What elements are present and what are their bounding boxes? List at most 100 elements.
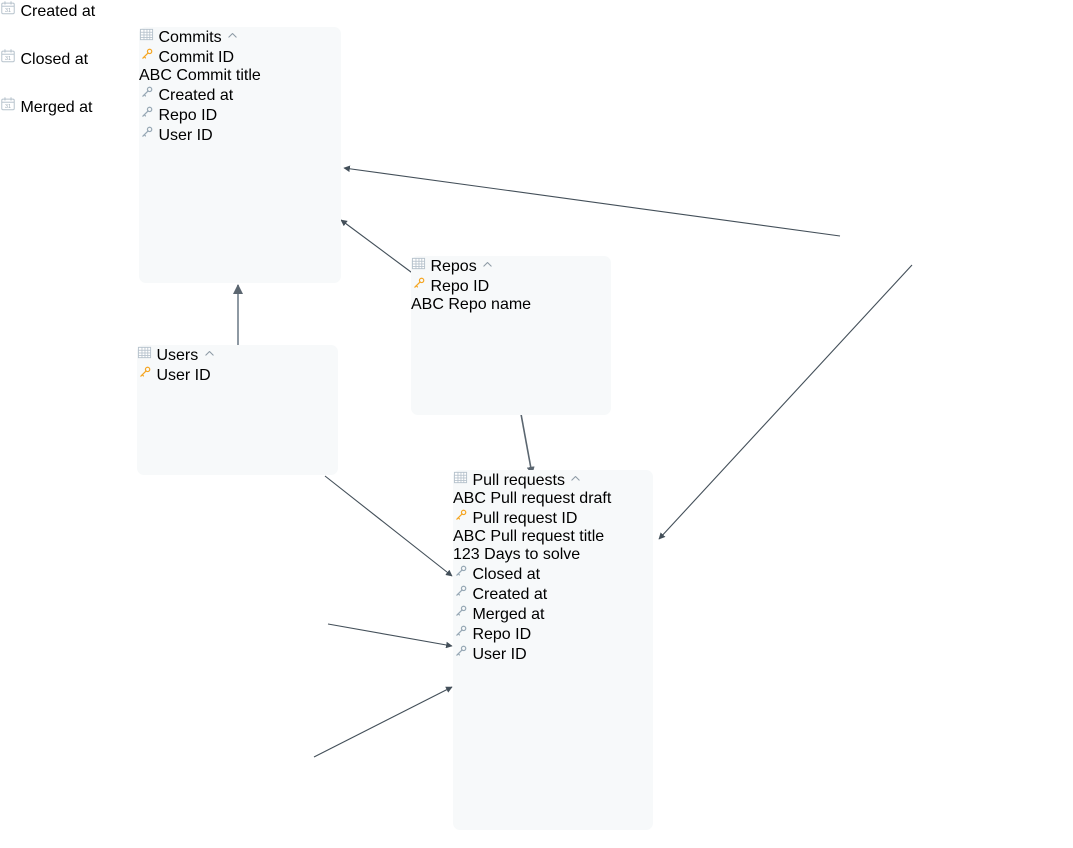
table-card-repos[interactable]: Repos Repo ID ABC Repo name xyxy=(411,256,611,415)
key-primary-icon xyxy=(453,509,472,527)
edge-closed-at-to-pull-requests xyxy=(327,623,453,649)
abc-text-icon: ABC xyxy=(411,296,448,313)
field-label: Days to solve xyxy=(484,546,581,563)
field-row[interactable]: ABC Commit title xyxy=(139,67,341,85)
key-foreign-icon xyxy=(139,126,158,144)
field-row[interactable]: Repo ID xyxy=(453,624,653,644)
field-row[interactable]: ABC Pull request draft xyxy=(453,490,653,508)
card-body-users: User ID xyxy=(137,365,338,385)
svg-text:31: 31 xyxy=(5,56,11,62)
card-body-repos: Repo ID ABC Repo name xyxy=(411,276,611,314)
date-card-created-at[interactable]: 31 Created at xyxy=(0,0,156,48)
field-label: Repo ID xyxy=(472,626,532,643)
field-label: User ID xyxy=(156,367,211,384)
abc-badge: ABC xyxy=(453,490,486,507)
date-card-label: Merged at xyxy=(20,99,93,116)
field-label: Pull request draft xyxy=(490,490,612,507)
field-row[interactable]: Closed at xyxy=(453,564,653,584)
field-label: Repo name xyxy=(448,296,532,313)
abc-text-icon: ABC xyxy=(453,528,490,545)
card-title-repos: Repos xyxy=(430,258,477,275)
chevron-up-icon[interactable] xyxy=(203,347,216,364)
field-label: User ID xyxy=(158,127,213,144)
edge-repos-to-commits xyxy=(340,219,416,276)
field-row[interactable]: Merged at xyxy=(453,604,653,624)
date-card-merged-at[interactable]: 31 Merged at xyxy=(0,96,155,144)
card-title-users: Users xyxy=(156,347,199,364)
card-header-commits[interactable]: Commits xyxy=(139,27,341,47)
key-foreign-icon xyxy=(453,625,472,643)
edge-created-at-to-commits xyxy=(343,165,841,237)
card-body-commits: Commit ID ABC Commit title Created at Re… xyxy=(139,47,341,145)
field-row[interactable]: 123 Days to solve xyxy=(453,546,653,564)
date-card-row[interactable]: 31 Closed at xyxy=(0,48,155,69)
field-label: Pull request ID xyxy=(472,510,578,527)
field-row[interactable]: Created at xyxy=(453,584,653,604)
field-label: User ID xyxy=(472,646,527,663)
card-header-users[interactable]: Users xyxy=(137,345,338,365)
diagram-canvas: Commits Commit ID ABC Commit title Creat… xyxy=(0,0,1073,848)
key-foreign-icon xyxy=(453,565,472,583)
edge-created-at-to-pull-requests xyxy=(658,264,913,540)
card-body-pull-requests: ABC Pull request draft Pull request ID A… xyxy=(453,490,653,664)
chevron-up-icon[interactable] xyxy=(569,472,582,489)
grid-table-icon xyxy=(137,346,156,364)
field-row[interactable]: User ID xyxy=(137,365,338,385)
number-badge: 123 xyxy=(453,546,480,563)
table-card-commits[interactable]: Commits Commit ID ABC Commit title Creat… xyxy=(139,27,341,283)
key-foreign-icon xyxy=(453,605,472,623)
key-primary-icon xyxy=(139,48,158,66)
edge-repos-to-pull-requests xyxy=(520,413,535,475)
key-foreign-icon xyxy=(139,106,158,124)
edge-users-to-pull-requests xyxy=(324,475,453,577)
date-card-label: Closed at xyxy=(20,51,89,68)
field-label: Merged at xyxy=(472,606,545,623)
table-card-pull-requests[interactable]: Pull requests ABC Pull request draft Pul… xyxy=(453,470,653,830)
field-row[interactable]: Repo ID xyxy=(411,276,611,296)
field-row[interactable]: Created at xyxy=(139,85,341,105)
chevron-up-icon[interactable] xyxy=(481,258,494,275)
card-header-repos[interactable]: Repos xyxy=(411,256,611,276)
field-label: Created at xyxy=(158,87,234,104)
card-header-pull-requests[interactable]: Pull requests xyxy=(453,470,653,490)
field-row[interactable]: Commit ID xyxy=(139,47,341,67)
field-row[interactable]: User ID xyxy=(453,644,653,664)
key-foreign-icon xyxy=(453,585,472,603)
field-label: Closed at xyxy=(472,566,541,583)
field-row[interactable]: Repo ID xyxy=(139,105,341,125)
calendar-icon: 31 xyxy=(0,1,20,20)
field-label: Repo ID xyxy=(430,278,490,295)
abc-text-icon: ABC xyxy=(453,490,490,507)
chevron-up-icon[interactable] xyxy=(226,29,239,46)
abc-badge: ABC xyxy=(139,67,172,84)
date-card-label: Created at xyxy=(20,3,96,20)
field-label: Repo ID xyxy=(158,107,218,124)
card-title-pull-requests: Pull requests xyxy=(472,472,565,489)
edge-merged-at-to-pull-requests xyxy=(313,686,453,758)
grid-table-icon xyxy=(139,28,158,46)
svg-text:31: 31 xyxy=(5,8,11,14)
field-row[interactable]: ABC Repo name xyxy=(411,296,611,314)
date-card-closed-at[interactable]: 31 Closed at xyxy=(0,48,155,96)
table-card-users[interactable]: Users User ID xyxy=(137,345,338,475)
date-card-row[interactable]: 31 Merged at xyxy=(0,96,155,117)
field-row[interactable]: User ID xyxy=(139,125,341,145)
field-label: Pull request title xyxy=(490,528,605,545)
calendar-icon: 31 xyxy=(0,97,20,116)
grid-table-icon xyxy=(453,471,472,489)
key-foreign-icon xyxy=(453,645,472,663)
svg-text:31: 31 xyxy=(5,104,11,110)
field-label: Commit ID xyxy=(158,49,235,66)
key-foreign-icon xyxy=(139,86,158,104)
field-row[interactable]: Pull request ID xyxy=(453,508,653,528)
field-label: Created at xyxy=(472,586,548,603)
date-card-row[interactable]: 31 Created at xyxy=(0,0,156,21)
key-primary-icon xyxy=(137,366,156,384)
calendar-icon: 31 xyxy=(0,49,20,68)
abc-badge: ABC xyxy=(411,296,444,313)
abc-badge: ABC xyxy=(453,528,486,545)
grid-table-icon xyxy=(411,257,430,275)
key-primary-icon xyxy=(411,277,430,295)
number-123-icon: 123 xyxy=(453,546,484,563)
field-row[interactable]: ABC Pull request title xyxy=(453,528,653,546)
